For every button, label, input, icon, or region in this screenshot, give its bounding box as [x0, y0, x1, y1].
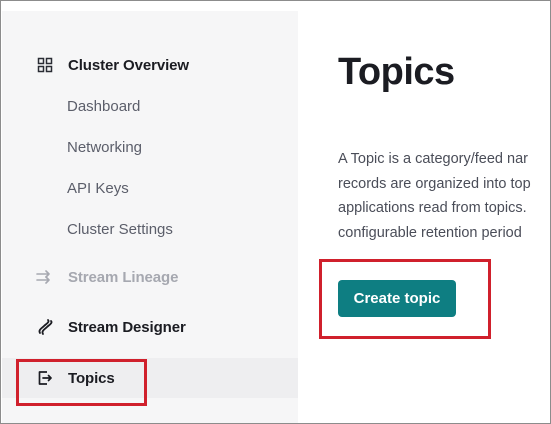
highlight-box-create-topic [319, 259, 491, 339]
page-description: A Topic is a category/feed nar records a… [338, 147, 550, 245]
sidebar-item-label: Cluster Overview [68, 56, 189, 74]
sidebar-item-cluster-overview[interactable]: Cluster Overview [2, 46, 298, 84]
sidebar-item-label: Stream Lineage [68, 268, 179, 286]
app-window: Cluster Overview Dashboard Networking AP… [0, 0, 551, 424]
sidebar-item-api-keys[interactable]: API Keys [2, 169, 298, 207]
page-title: Topics [338, 51, 455, 93]
description-line: applications read from topics. [338, 200, 527, 216]
sidebar-item-label: Dashboard [67, 97, 141, 115]
sidebar-item-networking[interactable]: Networking [2, 128, 298, 166]
sidebar-item-label: Cluster Settings [67, 220, 173, 238]
sidebar-item-dashboard[interactable]: Dashboard [2, 87, 298, 125]
grid-icon [36, 56, 54, 74]
description-line: configurable retention period [338, 224, 522, 241]
sidebar-item-cluster-settings[interactable]: Cluster Settings [2, 210, 298, 248]
stream-lineage-icon [36, 268, 54, 286]
sidebar-item-stream-lineage[interactable]: Stream Lineage [2, 258, 298, 296]
description-line: A Topic is a category/feed nar [338, 151, 528, 167]
highlight-box-topics [16, 359, 147, 406]
sidebar-item-label: Networking [67, 138, 143, 156]
main-content: Topics A Topic is a category/feed nar re… [298, 1, 550, 423]
sidebar-item-stream-designer[interactable]: Stream Designer [2, 308, 298, 346]
description-line: records are organized into top [338, 175, 531, 192]
stream-designer-icon [36, 318, 54, 336]
sidebar-item-label: API Keys [67, 179, 129, 197]
sidebar-item-label: Stream Designer [68, 318, 186, 336]
